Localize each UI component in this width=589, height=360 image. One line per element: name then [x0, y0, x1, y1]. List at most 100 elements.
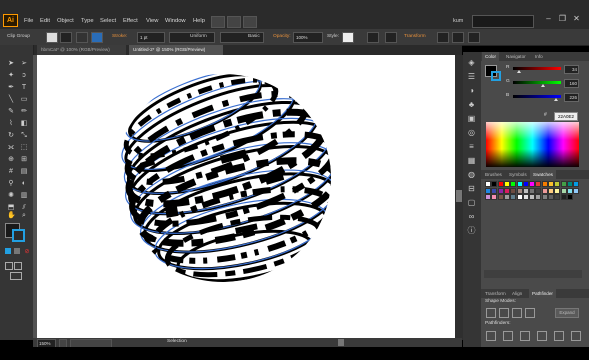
intersect-icon[interactable] — [512, 308, 522, 318]
crop-icon[interactable] — [537, 331, 547, 341]
scale-tool-icon[interactable]: ⤡ — [20, 132, 28, 140]
minus-front-icon[interactable] — [499, 308, 509, 318]
pencil-tool-icon[interactable]: ✏ — [20, 108, 28, 116]
opacity-label[interactable]: Opacity: — [273, 34, 291, 39]
arrange-documents-icon[interactable] — [227, 16, 241, 28]
color-guide-icon[interactable]: ◑ — [466, 86, 477, 95]
exclude-icon[interactable] — [525, 308, 535, 318]
channel-value-field[interactable]: 34 — [564, 65, 579, 74]
zoom-tool-icon[interactable]: ⌕ — [20, 212, 28, 220]
layers-icon[interactable]: ◈ — [466, 58, 477, 67]
swatch[interactable] — [573, 181, 580, 187]
bridge-icon[interactable] — [211, 16, 225, 28]
swatch[interactable] — [541, 181, 548, 187]
column-graph-tool-icon[interactable]: ▥ — [20, 192, 28, 200]
swatch[interactable] — [510, 181, 517, 187]
swatch[interactable] — [522, 181, 529, 187]
swatch[interactable] — [485, 187, 491, 194]
type-tool-icon[interactable]: T — [20, 84, 28, 92]
swatch[interactable] — [503, 181, 510, 187]
swatch[interactable] — [554, 181, 561, 187]
menu-view[interactable]: View — [146, 18, 158, 24]
selection-tool-icon[interactable]: ➤ — [7, 60, 15, 68]
channel-slider-thumb[interactable] — [553, 98, 558, 101]
swatch[interactable] — [485, 194, 491, 200]
menu-help[interactable]: Help — [193, 18, 205, 24]
eyedropper-tool-icon[interactable]: ⚲ — [7, 180, 15, 188]
hand-tool-icon[interactable]: ✋ — [7, 212, 16, 220]
swatch[interactable] — [529, 181, 536, 187]
swatch[interactable] — [560, 187, 567, 194]
swatch[interactable] — [573, 187, 580, 194]
hex-field[interactable]: 22A0E2 — [554, 112, 578, 121]
document-tab[interactable]: hbmCat* @ 100% (RGB/Preview) — [37, 45, 126, 55]
swatch[interactable] — [548, 187, 554, 194]
align-icon[interactable] — [385, 32, 397, 43]
swatch[interactable] — [566, 194, 573, 200]
channel-value-field[interactable]: 226 — [564, 93, 579, 102]
tab-navigator[interactable]: Navigator — [503, 52, 529, 61]
swatch[interactable] — [503, 194, 510, 200]
channel-slider-thumb[interactable] — [541, 84, 546, 87]
stroke-color-swatch[interactable] — [76, 32, 88, 43]
scrollbar-thumb[interactable] — [456, 190, 462, 202]
striped-sphere-artwork[interactable] — [105, 68, 335, 288]
appearance-icon[interactable]: ◎ — [466, 128, 477, 137]
transparency-icon[interactable]: ◍ — [466, 170, 477, 179]
libraries-icon[interactable]: ☰ — [466, 72, 477, 81]
swatch[interactable] — [491, 187, 498, 194]
swatch[interactable] — [497, 194, 504, 200]
recolor-artwork-icon[interactable] — [367, 32, 379, 43]
graphic-style-swatch[interactable] — [342, 32, 354, 43]
perspective-grid-tool-icon[interactable]: ⊞ — [20, 156, 28, 164]
width-tool-icon[interactable]: ⟗ — [7, 144, 15, 152]
swatch[interactable] — [535, 187, 542, 194]
document-tab-active[interactable]: Untitled-2* @ 150% (RGB/Preview) — [129, 45, 223, 55]
unite-icon[interactable] — [486, 308, 496, 318]
shape-builder-tool-icon[interactable]: ⊕ — [7, 156, 15, 164]
swatch[interactable] — [554, 187, 561, 194]
stroke-label[interactable]: Stroke: — [112, 34, 127, 39]
swatch[interactable] — [529, 187, 536, 194]
swatch[interactable] — [516, 181, 523, 187]
screen-mode-icon[interactable] — [10, 272, 22, 280]
blob-brush-tool-icon[interactable]: ⌇ — [7, 120, 15, 128]
swatch[interactable] — [560, 181, 567, 187]
swatch[interactable] — [535, 194, 542, 200]
swatch[interactable] — [497, 187, 504, 194]
swatch[interactable] — [541, 187, 548, 194]
tab-symbols[interactable]: Symbols — [506, 170, 530, 179]
swatch[interactable] — [491, 194, 498, 200]
swatch[interactable] — [522, 187, 529, 194]
menu-type[interactable]: Type — [81, 18, 94, 24]
swatch[interactable] — [516, 194, 523, 200]
symbol-sprayer-tool-icon[interactable]: ✺ — [7, 192, 15, 200]
stroke-color-box[interactable] — [12, 229, 25, 242]
swatch[interactable] — [554, 194, 561, 200]
color-spectrum-shading[interactable] — [486, 122, 579, 167]
minus-back-icon[interactable] — [571, 331, 581, 341]
channel-slider-track[interactable] — [513, 81, 561, 84]
tab-info[interactable]: Info — [532, 52, 546, 61]
swatch[interactable] — [548, 194, 554, 200]
none-mode-icon[interactable]: ⊘ — [23, 248, 31, 256]
rotate-tool-icon[interactable]: ↻ — [7, 132, 15, 140]
eraser-tool-icon[interactable]: ◧ — [20, 120, 28, 128]
color-stroke-box[interactable] — [491, 71, 501, 81]
minimize-icon[interactable]: – — [544, 14, 553, 23]
tab-transform[interactable]: Transform — [482, 289, 509, 298]
menu-file[interactable]: File — [24, 18, 33, 24]
horizontal-scroll-thumb[interactable] — [338, 339, 344, 346]
menu-select[interactable]: Select — [100, 18, 116, 24]
channel-slider-thumb[interactable] — [517, 70, 522, 73]
expand-button[interactable]: Expand — [555, 308, 579, 318]
align-panel-icon[interactable]: ⊟ — [466, 184, 477, 193]
tab-swatches[interactable]: Swatches — [530, 170, 556, 179]
pen-tool-icon[interactable]: ✒ — [7, 84, 15, 92]
draw-behind-icon[interactable] — [14, 262, 22, 270]
menu-edit[interactable]: Edit — [40, 18, 50, 24]
merge-icon[interactable] — [520, 331, 530, 341]
tab-color[interactable]: Color — [482, 52, 499, 61]
swatch[interactable] — [491, 181, 498, 187]
mesh-tool-icon[interactable]: # — [7, 168, 15, 176]
